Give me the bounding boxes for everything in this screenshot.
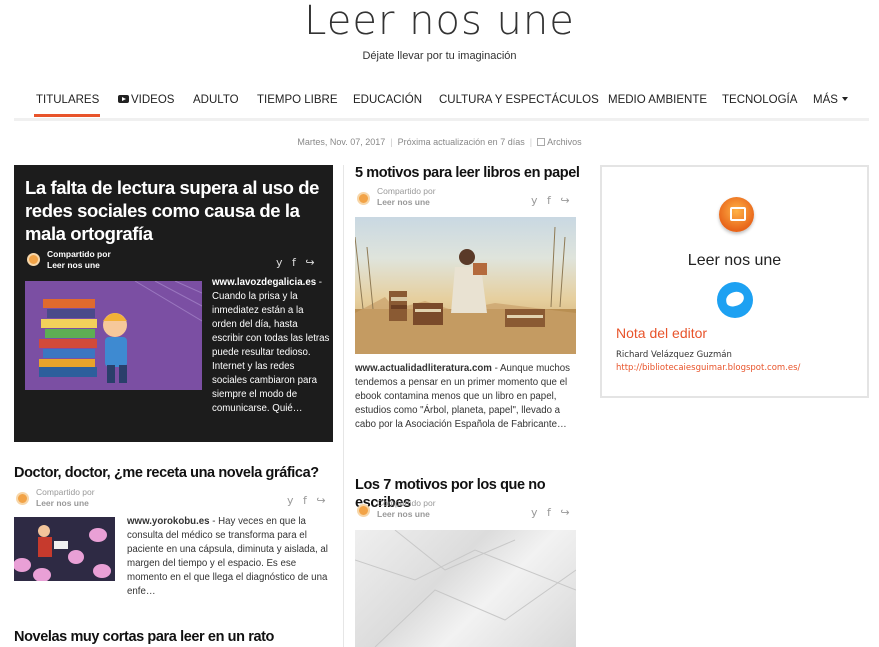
- article-excerpt: www.lavozdegalicia.es - Cuando la prisa …: [212, 276, 330, 416]
- doctor-illustration: [14, 517, 115, 581]
- article-title[interactable]: Doctor, doctor, ¿me receta una novela gr…: [14, 464, 334, 482]
- shared-author[interactable]: Leer nos une: [36, 498, 95, 509]
- site-tagline: Déjate llevar por tu imaginación: [362, 50, 517, 62]
- crumpled-paper-photo: [355, 530, 576, 647]
- update-text: Próxima actualización en 7 días: [397, 137, 525, 147]
- dateline: Martes, Nov. 07, 2017 | Próxima actualizac…: [0, 137, 879, 147]
- date-text: Martes, Nov. 07, 2017: [297, 137, 386, 147]
- nav-item-titulares[interactable]: TITULARES: [36, 94, 99, 106]
- shared-author[interactable]: Leer nos une: [47, 260, 111, 271]
- sidebar-site-name: Leer nos une: [687, 252, 782, 269]
- shared-by: Compartido por Leer nos une: [36, 487, 95, 509]
- calendar-icon: [537, 138, 546, 146]
- nav-item-medio-ambiente[interactable]: MEDIO AMBIENTE: [608, 94, 707, 106]
- editor-note-title: Nota del editor: [616, 325, 708, 341]
- shared-by: Compartido por Leer nos une: [377, 186, 436, 208]
- shared-label: Compartido por: [377, 186, 436, 196]
- youtube-icon: [118, 95, 129, 103]
- shared-by: Compartido por Leer nos une: [377, 498, 436, 520]
- article-image[interactable]: [355, 217, 576, 354]
- avatar: [357, 192, 370, 205]
- editor-name: Richard Velázquez Guzmán: [616, 350, 732, 360]
- shared-author[interactable]: Leer nos une: [377, 197, 436, 208]
- active-tab-indicator: [34, 114, 100, 117]
- article-title[interactable]: La falta de lectura supera al uso de red…: [25, 176, 325, 245]
- shared-label: Compartido por: [377, 498, 436, 508]
- nav-item-label: VIDEOS: [131, 94, 175, 106]
- social-share-icons[interactable]: y f ↪: [531, 194, 573, 207]
- nav-item-videos[interactable]: VIDEOS: [118, 94, 174, 106]
- divider: |: [529, 137, 533, 147]
- caret-down-icon: [841, 97, 848, 101]
- nav-item-educacion[interactable]: EDUCACIÓN: [353, 94, 422, 106]
- article-excerpt: www.actualidadliteratura.com - Aunque mu…: [355, 362, 577, 432]
- divider: |: [390, 137, 393, 147]
- shared-label: Compartido por: [36, 487, 95, 497]
- avatar: [16, 492, 29, 505]
- nav-item-tiempo-libre[interactable]: TIEMPO LIBRE: [257, 94, 338, 106]
- article-title[interactable]: 5 motivos para leer libros en papel: [355, 164, 585, 182]
- avatar: [27, 253, 40, 266]
- article-source[interactable]: www.actualidadliteratura.com: [355, 363, 492, 374]
- site-title[interactable]: Leer nos une: [0, 0, 879, 44]
- social-share-icons[interactable]: y f ↪: [531, 506, 573, 519]
- article-title[interactable]: Novelas muy cortas para leer en un rato: [14, 628, 334, 646]
- nav-item-mas[interactable]: MÁS: [813, 94, 848, 106]
- column-divider: [343, 165, 344, 647]
- excerpt-text: - Cuando la prisa y la inmediatez están …: [212, 277, 330, 414]
- article-thumbnail[interactable]: [14, 517, 115, 581]
- nav-item-label: MÁS: [813, 94, 838, 106]
- site-logo-icon[interactable]: [719, 197, 754, 232]
- article-excerpt: www.yorokobu.es - Hay veces en que la co…: [127, 515, 337, 599]
- nav-item-tecnologia[interactable]: TECNOLOGÍA: [722, 94, 797, 106]
- article-thumbnail[interactable]: [25, 281, 202, 390]
- social-share-icons[interactable]: y f ↪: [287, 494, 329, 507]
- archive-link[interactable]: Archivos: [547, 137, 582, 147]
- woman-reading-photo: [355, 226, 576, 354]
- nav-item-adulto[interactable]: ADULTO: [193, 94, 239, 106]
- avatar: [357, 504, 370, 517]
- article-source[interactable]: www.lavozdegalicia.es: [212, 277, 316, 288]
- boy-reading-books-illustration: [25, 281, 202, 390]
- sidebar-widget: Leer nos une Nota del editor Richard Vel…: [600, 165, 869, 398]
- main-nav: TITULARES VIDEOS ADULTO TIEMPO LIBRE EDU…: [14, 88, 869, 118]
- nav-divider: [14, 118, 869, 121]
- article-source[interactable]: www.yorokobu.es: [127, 516, 210, 527]
- article-image[interactable]: [355, 530, 576, 647]
- nav-item-cultura[interactable]: CULTURA Y ESPECTÁCULOS: [439, 94, 599, 106]
- twitter-icon[interactable]: [717, 282, 753, 318]
- editor-blog-link[interactable]: http://bibliotecaiesguimar.blogspot.com.…: [616, 363, 800, 373]
- shared-author[interactable]: Leer nos une: [377, 509, 436, 520]
- shared-by: Compartido por Leer nos une: [47, 249, 111, 271]
- social-share-icons[interactable]: y f ↪: [276, 256, 318, 269]
- shared-label: Compartido por: [47, 249, 111, 259]
- excerpt-text: - Hay veces en que la consulta del médic…: [127, 516, 328, 597]
